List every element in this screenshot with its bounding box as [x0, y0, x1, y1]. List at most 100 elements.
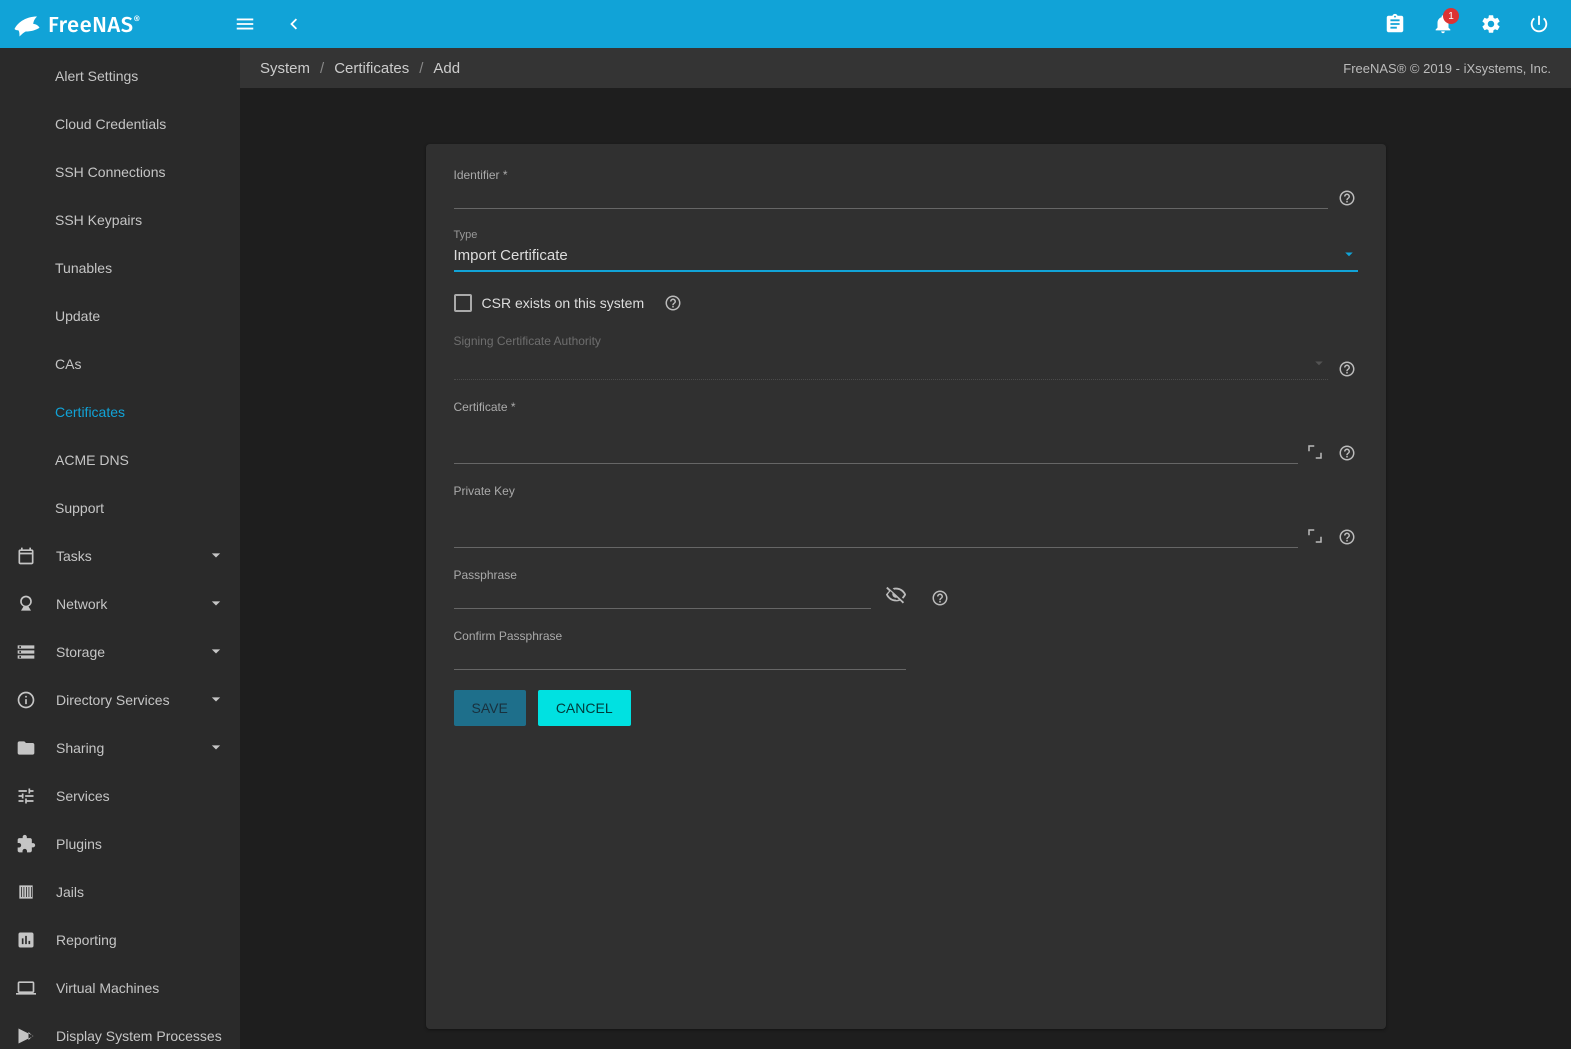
- signing-ca-help-button[interactable]: [1336, 358, 1358, 380]
- settings-button[interactable]: [1471, 4, 1511, 44]
- sidebar-item-support[interactable]: Support: [0, 484, 240, 532]
- sidebar-item-tunables[interactable]: Tunables: [0, 244, 240, 292]
- chevron-down-icon: [1310, 354, 1328, 375]
- sidebar-item-reporting[interactable]: Reporting: [0, 916, 240, 964]
- identifier-help-button[interactable]: [1336, 187, 1358, 209]
- cancel-button[interactable]: CANCEL: [538, 690, 631, 726]
- confirm-passphrase-input[interactable]: [454, 643, 906, 670]
- type-value: Import Certificate: [454, 247, 568, 264]
- sidebar-item-acme-dns[interactable]: ACME DNS: [0, 436, 240, 484]
- private-key-help-button[interactable]: [1336, 526, 1358, 548]
- notification-badge: 1: [1443, 8, 1459, 24]
- sidebar-item-sharing[interactable]: Sharing: [0, 724, 240, 772]
- certificate-fullscreen-button[interactable]: [1306, 443, 1324, 464]
- sidebar-item-update[interactable]: Update: [0, 292, 240, 340]
- network-icon: [14, 592, 38, 616]
- save-button[interactable]: SAVE: [454, 690, 526, 726]
- menu-toggle-button[interactable]: [225, 4, 265, 44]
- chevron-down-icon: [206, 737, 226, 760]
- confirm-passphrase-label: Confirm Passphrase: [454, 629, 906, 643]
- visibility-off-icon: [885, 584, 907, 606]
- sidebar-item-plugins[interactable]: Plugins: [0, 820, 240, 868]
- fullscreen-icon: [1306, 443, 1324, 461]
- csr-help-button[interactable]: [662, 292, 684, 314]
- topbar: FreeNAS® 1: [0, 0, 1571, 48]
- topbar-right: 1: [1375, 4, 1559, 44]
- passphrase-help-button[interactable]: [929, 587, 951, 609]
- chevron-down-icon: [206, 641, 226, 664]
- fullscreen-icon: [1306, 527, 1324, 545]
- passphrase-field-wrap: Passphrase: [454, 568, 871, 609]
- sidebar-item-label: Reporting: [56, 932, 117, 948]
- breadcrumb: System / Certificates / Add: [260, 60, 460, 77]
- breadcrumb-separator: /: [419, 60, 423, 77]
- processes-icon: [14, 1024, 38, 1048]
- certificate-help-button[interactable]: [1336, 442, 1358, 464]
- type-field-wrap: Type Import Certificate: [454, 229, 1358, 272]
- sidebar-item-virtual-machines[interactable]: Virtual Machines: [0, 964, 240, 1012]
- extension-icon: [14, 832, 38, 856]
- type-label: Type: [454, 229, 1358, 241]
- private-key-fullscreen-button[interactable]: [1306, 527, 1324, 548]
- sidebar-item-label: Display System Processes: [56, 1028, 222, 1044]
- laptop-icon: [14, 976, 38, 1000]
- notifications-button[interactable]: 1: [1423, 4, 1463, 44]
- folder-share-icon: [14, 736, 38, 760]
- private-key-field-wrap: Private Key: [454, 484, 1298, 548]
- sidebar-item-certificates[interactable]: Certificates: [0, 388, 240, 436]
- sidebar-item-directory-services[interactable]: Directory Services: [0, 676, 240, 724]
- sidebar-item-tasks[interactable]: Tasks: [0, 532, 240, 580]
- csr-checkbox-row: CSR exists on this system: [454, 292, 1358, 314]
- power-button[interactable]: [1519, 4, 1559, 44]
- passphrase-visibility-button[interactable]: [885, 584, 907, 609]
- signing-ca-label: Signing Certificate Authority: [454, 334, 1328, 348]
- chevron-down-icon: [206, 593, 226, 616]
- sidebar-item-network[interactable]: Network: [0, 580, 240, 628]
- sidebar-item-cas[interactable]: CAs: [0, 340, 240, 388]
- certificate-textarea[interactable]: [454, 414, 1298, 464]
- type-select[interactable]: Import Certificate: [454, 241, 1358, 272]
- storage-icon: [14, 640, 38, 664]
- gear-icon: [1480, 13, 1502, 35]
- chevron-down-icon: [206, 689, 226, 712]
- sidebar-item-ssh-connections[interactable]: SSH Connections: [0, 148, 240, 196]
- chevron-down-icon: [1340, 245, 1358, 266]
- csr-checkbox[interactable]: [454, 294, 472, 312]
- sidebar-item-label: Sharing: [56, 740, 104, 756]
- certificate-field-wrap: Certificate *: [454, 400, 1298, 464]
- sidebar-item-storage[interactable]: Storage: [0, 628, 240, 676]
- sidebar-item-label: Jails: [56, 884, 84, 900]
- help-icon: [1338, 444, 1356, 462]
- sidebar-item-display-processes[interactable]: Display System Processes: [0, 1012, 240, 1049]
- help-icon: [931, 589, 949, 607]
- sidebar-item-label: Tasks: [56, 548, 92, 564]
- help-icon: [1338, 360, 1356, 378]
- logo[interactable]: FreeNAS®: [12, 9, 217, 39]
- sidebar-item-label: Network: [56, 596, 107, 612]
- help-icon: [664, 294, 682, 312]
- sidebar-item-jails[interactable]: Jails: [0, 868, 240, 916]
- breadcrumb-system[interactable]: System: [260, 60, 310, 77]
- sidebar-item-alert-settings[interactable]: Alert Settings: [0, 52, 240, 100]
- globe-icon: [14, 688, 38, 712]
- sidebar-item-services[interactable]: Services: [0, 772, 240, 820]
- passphrase-input[interactable]: [454, 582, 871, 609]
- certificate-label: Certificate *: [454, 400, 1298, 414]
- calendar-icon: [14, 544, 38, 568]
- private-key-label: Private Key: [454, 484, 1298, 498]
- sidebar-item-label: Plugins: [56, 836, 102, 852]
- breadcrumb-certificates[interactable]: Certificates: [334, 60, 409, 77]
- button-row: SAVE CANCEL: [454, 690, 1358, 726]
- back-button[interactable]: [273, 4, 313, 44]
- private-key-textarea[interactable]: [454, 498, 1298, 548]
- clipboard-icon: [1384, 13, 1406, 35]
- sidebar-item-label: Services: [56, 788, 110, 804]
- topbar-left: FreeNAS®: [12, 4, 313, 44]
- menu-icon: [234, 13, 256, 35]
- identifier-input[interactable]: [454, 182, 1328, 209]
- sidebar-item-cloud-credentials[interactable]: Cloud Credentials: [0, 100, 240, 148]
- help-icon: [1338, 528, 1356, 546]
- clipboard-button[interactable]: [1375, 4, 1415, 44]
- breadcrumb-add: Add: [433, 60, 460, 77]
- sidebar-item-ssh-keypairs[interactable]: SSH Keypairs: [0, 196, 240, 244]
